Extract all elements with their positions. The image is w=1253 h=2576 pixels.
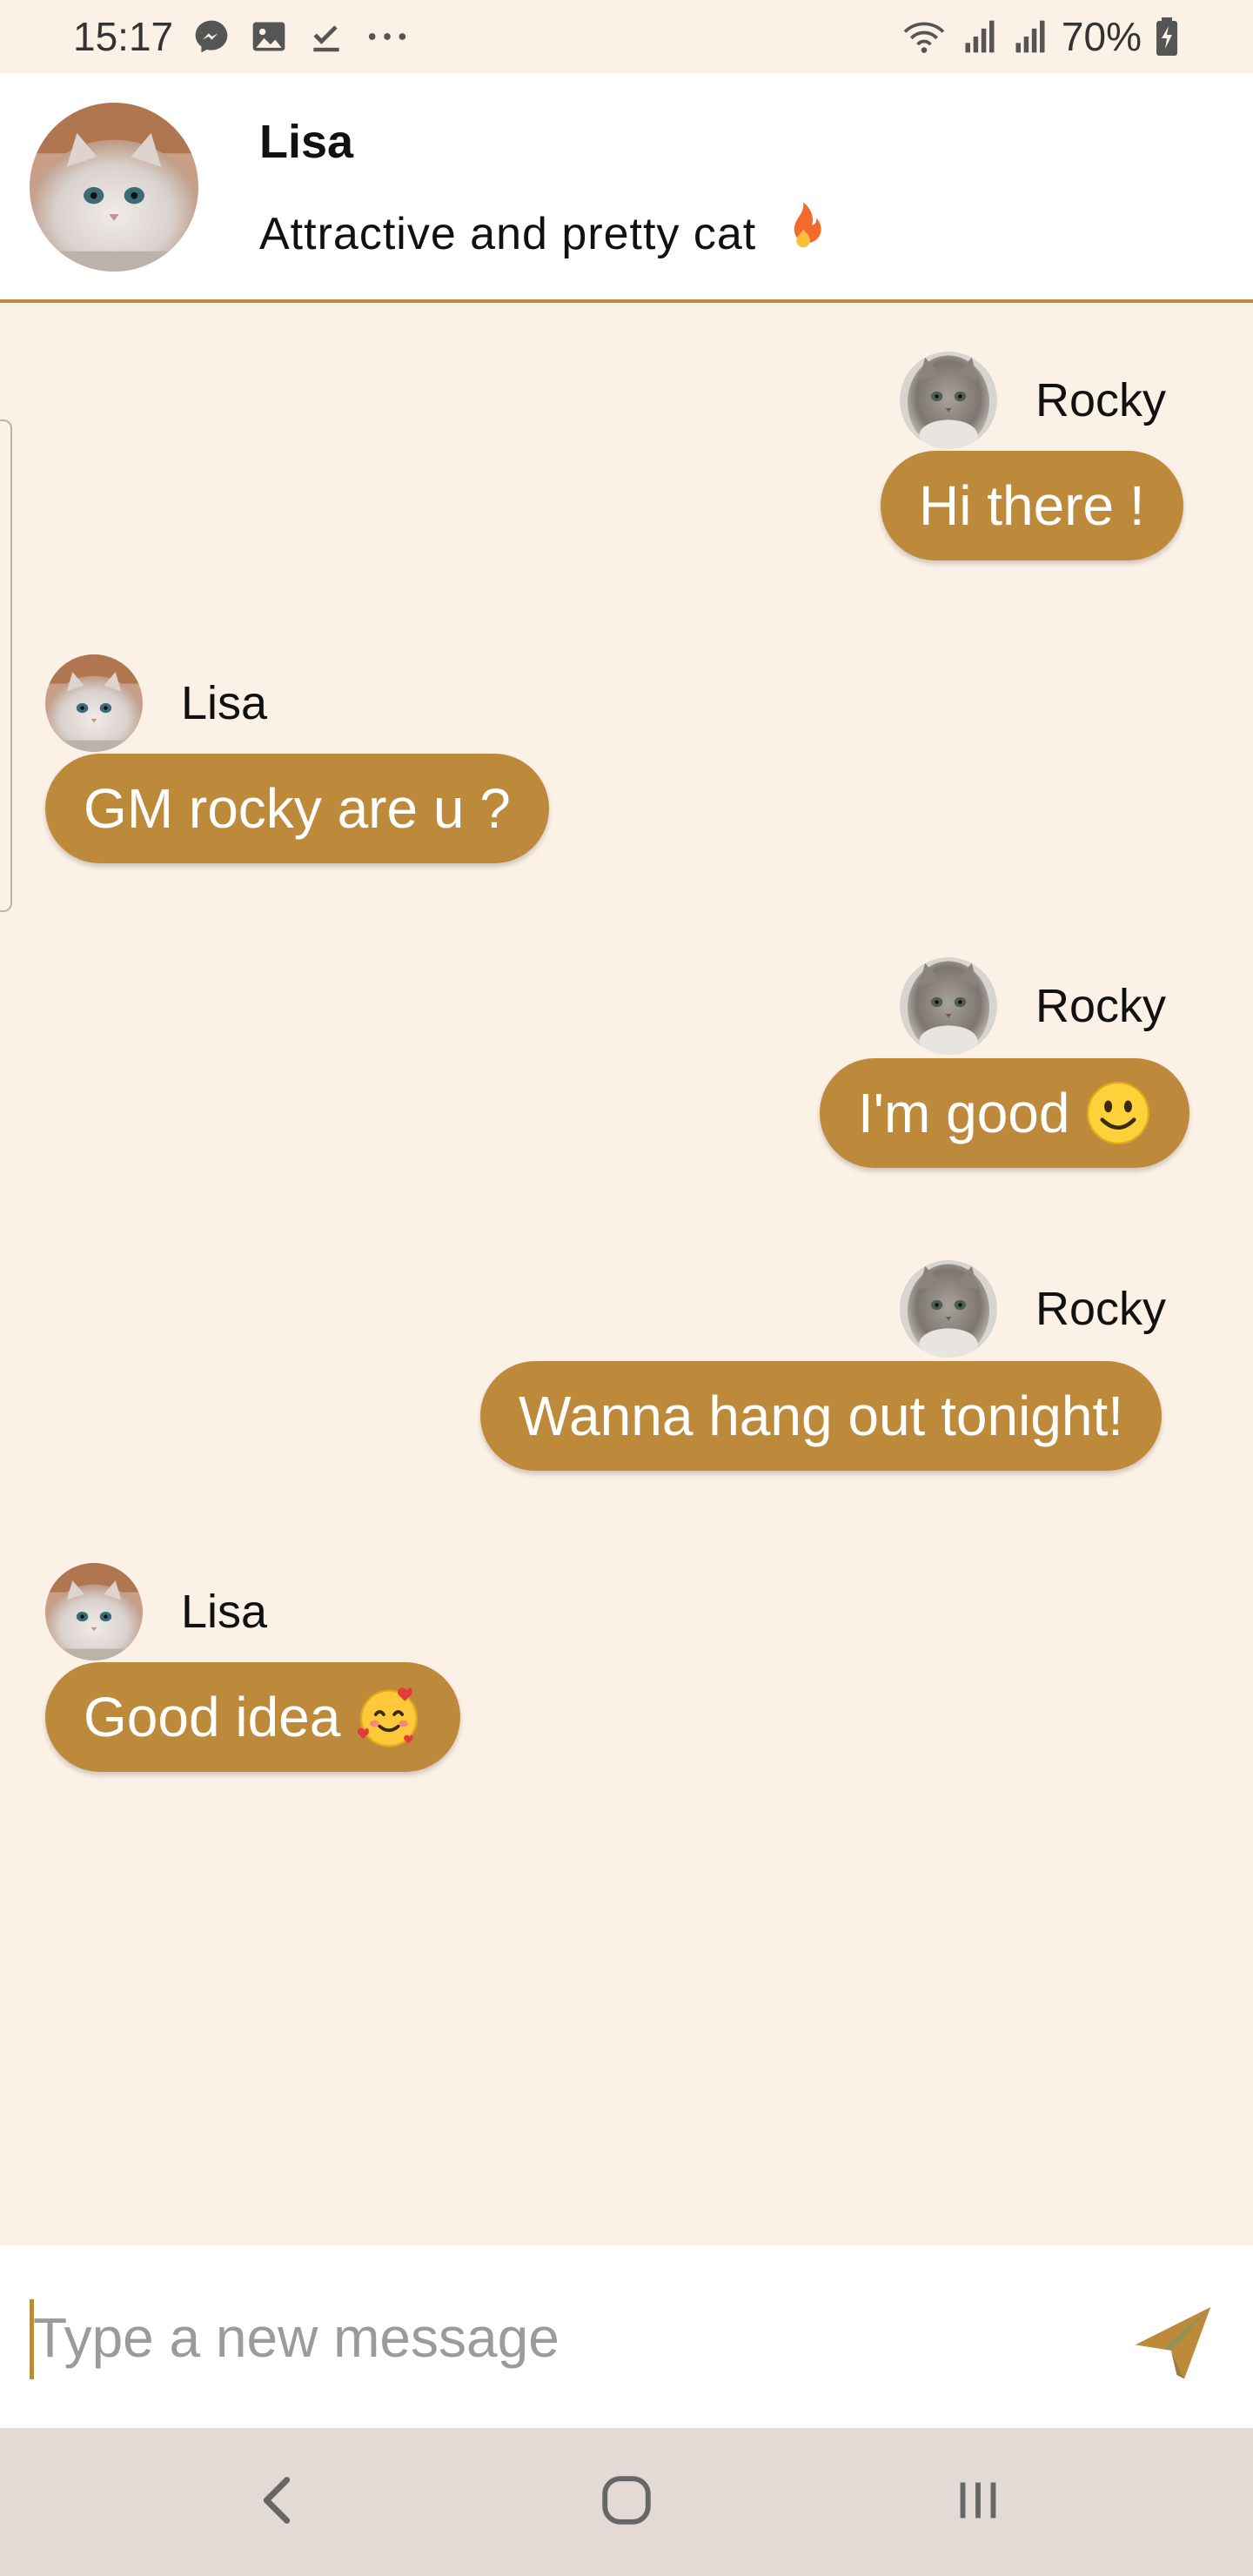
recents-button[interactable] — [935, 2463, 1022, 2541]
more-dots-icon — [365, 17, 410, 56]
message-bubble[interactable]: Hi there ! — [881, 451, 1183, 560]
contact-status-text: Attractive and pretty cat — [259, 209, 757, 259]
sender-name: Rocky — [1035, 374, 1167, 426]
back-button[interactable] — [233, 2463, 320, 2541]
message-bubble[interactable]: GM rocky are u ? — [45, 754, 549, 863]
message-text: Good idea — [84, 1686, 341, 1748]
smiling-face-with-hearts-emoji — [356, 1684, 422, 1750]
message-sender: Lisa — [45, 654, 267, 752]
message-sender: Lisa — [45, 1563, 267, 1660]
sender-avatar[interactable] — [900, 1260, 997, 1358]
contact-name: Lisa — [259, 116, 354, 168]
sender-name: Lisa — [181, 1586, 268, 1638]
chat-header: Lisa Attractive and pretty cat — [0, 73, 1253, 303]
message-text: I'm good — [858, 1082, 1070, 1144]
send-icon — [1128, 2307, 1218, 2390]
system-nav-bar — [0, 2428, 1253, 2576]
message-text: Wanna hang out tonight! — [519, 1385, 1124, 1447]
smiling-face-emoji — [1085, 1080, 1151, 1146]
sender-name: Rocky — [1035, 980, 1167, 1032]
message-sender: Rocky — [900, 1260, 1166, 1358]
download-done-icon — [307, 17, 345, 56]
battery-percent: 70% — [1061, 14, 1142, 59]
sender-avatar[interactable] — [45, 654, 143, 752]
contact-status: Attractive and pretty cat — [259, 200, 828, 265]
message-bubble[interactable]: I'm good — [820, 1058, 1190, 1168]
message-sender: Rocky — [900, 352, 1166, 449]
sender-avatar[interactable] — [900, 957, 997, 1055]
message-sender: Rocky — [900, 957, 1166, 1055]
sender-avatar[interactable] — [45, 1563, 143, 1660]
scroll-indicator[interactable] — [0, 419, 12, 912]
signal-icon — [1011, 17, 1049, 56]
back-icon — [251, 2470, 303, 2535]
home-icon — [596, 2470, 657, 2535]
message-bubble[interactable]: Good idea — [45, 1662, 461, 1772]
sender-avatar[interactable] — [900, 352, 997, 449]
signal-icon — [961, 17, 999, 56]
status-bar: 15:17 70% — [0, 0, 1253, 73]
messenger-icon — [192, 17, 231, 56]
message-input[interactable] — [33, 2294, 1077, 2381]
battery-charging-icon — [1154, 16, 1180, 57]
message-text: Hi there ! — [919, 474, 1145, 537]
contact-avatar[interactable] — [30, 103, 198, 272]
message-composer — [0, 2245, 1253, 2428]
message-bubble[interactable]: Wanna hang out tonight! — [480, 1361, 1163, 1471]
wifi-icon — [900, 17, 948, 56]
fire-emoji — [779, 200, 828, 265]
home-button[interactable] — [583, 2463, 670, 2541]
status-time: 15:17 — [73, 14, 174, 59]
sender-name: Rocky — [1035, 1283, 1167, 1335]
gallery-icon — [250, 17, 288, 56]
recents-icon — [948, 2470, 1008, 2535]
send-button[interactable] — [1128, 2296, 1218, 2386]
message-text: GM rocky are u ? — [84, 777, 511, 840]
sender-name: Lisa — [181, 677, 268, 729]
